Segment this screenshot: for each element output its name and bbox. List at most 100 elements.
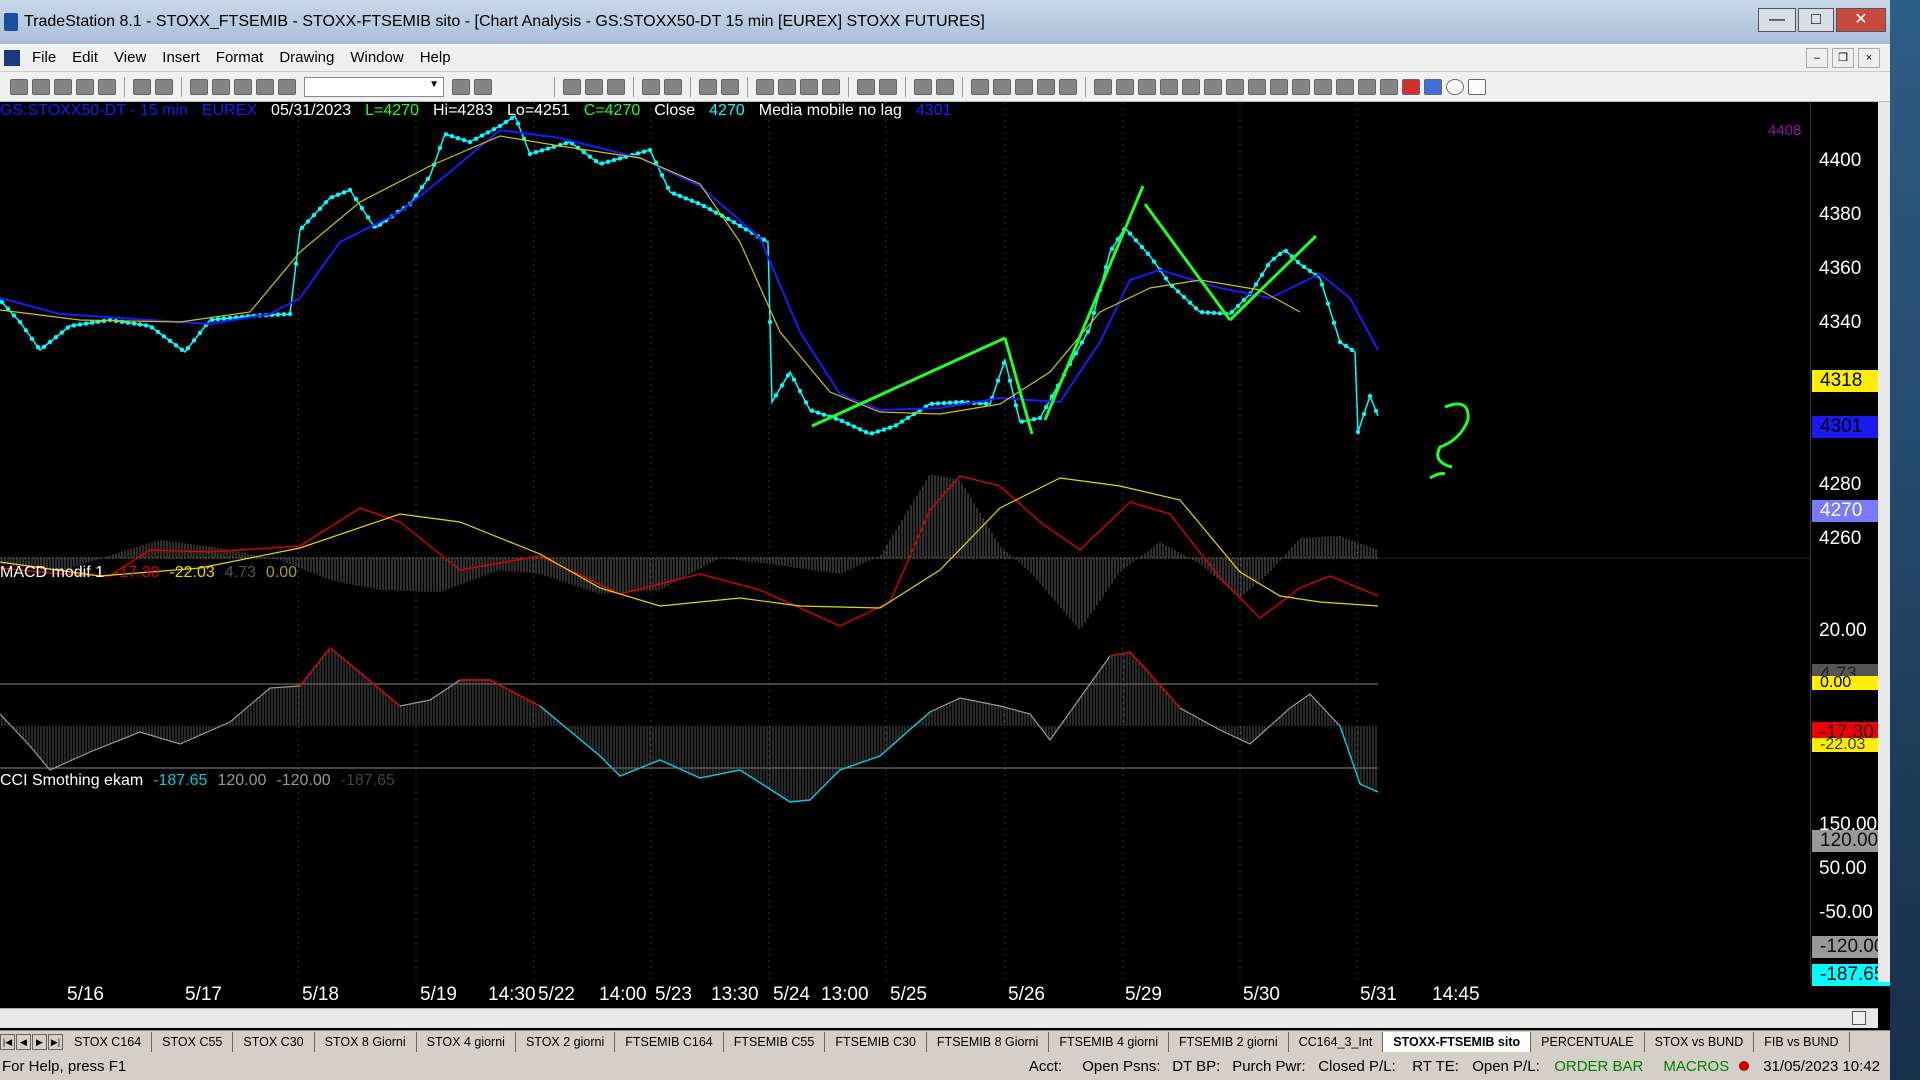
save-icon[interactable] (54, 78, 72, 95)
tab-item[interactable]: STOX C164 (64, 1031, 153, 1052)
tab-item[interactable]: FTSEMIB C164 (615, 1031, 724, 1052)
compress-icon[interactable] (857, 78, 875, 95)
point-figure-icon[interactable] (822, 78, 840, 95)
tab-item[interactable]: STOX vs BUND (1645, 1031, 1755, 1052)
tools-icon[interactable] (1015, 78, 1033, 95)
menu-window[interactable]: Window (342, 49, 411, 66)
menu-help[interactable]: Help (412, 49, 459, 66)
expand-icon[interactable] (879, 78, 897, 95)
tab-item[interactable]: STOX 8 Giorni (315, 1031, 417, 1052)
globe-icon[interactable] (278, 78, 296, 95)
window-icon[interactable] (190, 78, 208, 95)
tab-last-icon[interactable]: ▶| (48, 1033, 63, 1050)
vertical-scrollbar[interactable] (1878, 102, 1890, 982)
tab-item[interactable]: PERCENTUALE (1531, 1031, 1645, 1052)
ellipse-icon[interactable] (1446, 78, 1464, 95)
text-icon[interactable] (1490, 78, 1508, 95)
close-button[interactable]: ✕ (1836, 8, 1886, 32)
new-file-icon[interactable] (10, 78, 28, 95)
tab-item[interactable]: STOXX-FTSEMIB sito (1383, 1031, 1532, 1052)
tab-item[interactable]: FTSEMIB C55 (724, 1031, 826, 1052)
menu-edit[interactable]: Edit (64, 49, 106, 66)
lock-icon[interactable] (234, 78, 252, 95)
magnify-icon[interactable] (474, 78, 492, 95)
order-bar-button[interactable]: ORDER BAR (1544, 1058, 1653, 1075)
tab-prev-icon[interactable]: ◀ (16, 1033, 31, 1050)
fan-icon[interactable] (1182, 78, 1200, 95)
mdi-minimize-button[interactable]: – (1806, 48, 1828, 68)
tab-item[interactable]: STOX 4 giorni (417, 1031, 516, 1052)
format-icon[interactable] (585, 78, 603, 95)
tab-item[interactable]: FIB vs BUND (1754, 1031, 1850, 1052)
up-arrow-icon[interactable] (1424, 78, 1442, 95)
angle-icon[interactable] (1292, 78, 1310, 95)
price-dot (281, 312, 287, 317)
tab-item[interactable]: FTSEMIB 4 giorni (1049, 1031, 1169, 1052)
tab-item[interactable]: FTSEMIB C30 (825, 1031, 927, 1052)
macros-button[interactable]: MACROS (1653, 1058, 1739, 1075)
arrow-icon[interactable] (1270, 78, 1288, 95)
order-icon[interactable] (993, 78, 1011, 95)
pencil-icon[interactable] (1358, 78, 1376, 95)
time-axis[interactable]: 5/16 5/17 5/18 5/19 14:30 5/22 14:00 5/23 13:30 5… (0, 980, 1810, 1008)
status-open-psns: Open Psns: (1082, 1057, 1161, 1075)
gann-icon[interactable] (1248, 78, 1266, 95)
tab-item[interactable]: FTSEMIB 8 Giorni (927, 1031, 1050, 1052)
menu-drawing[interactable]: Drawing (271, 49, 342, 66)
mdi-close-button[interactable]: × (1858, 48, 1880, 68)
channel-icon[interactable] (1314, 78, 1332, 95)
menu-view[interactable]: View (106, 49, 154, 66)
blank-icon[interactable] (1059, 78, 1077, 95)
tab-item[interactable]: STOX C55 (152, 1031, 234, 1052)
price-dot (725, 216, 731, 222)
menu-insert[interactable]: Insert (154, 49, 208, 66)
speed-line-icon[interactable] (1204, 78, 1222, 95)
chart-style-icon[interactable] (563, 78, 581, 95)
candle-icon[interactable] (778, 78, 796, 95)
symbol-combo[interactable] (304, 76, 444, 97)
tab-first-icon[interactable]: |◀ (0, 1033, 15, 1050)
tab-item[interactable]: STOX 2 giorni (516, 1031, 616, 1052)
refresh-icon[interactable] (721, 78, 739, 95)
horizontal-scrollbar[interactable] (0, 1008, 1878, 1028)
vertical-line-icon[interactable] (1116, 78, 1134, 95)
price-dot (851, 424, 857, 429)
menu-format[interactable]: Format (208, 49, 272, 66)
trendline-icon[interactable] (1094, 78, 1112, 95)
news-icon[interactable] (1037, 78, 1055, 95)
print-icon[interactable] (155, 78, 173, 95)
tab-item[interactable]: CC164_3_Int (1289, 1031, 1384, 1052)
curve-icon[interactable] (1380, 78, 1398, 95)
scroll-thumb[interactable] (1852, 1011, 1866, 1025)
print-preview-icon[interactable] (133, 78, 151, 95)
workspace-icon[interactable] (76, 78, 94, 95)
horizontal-line-icon[interactable] (1138, 78, 1156, 95)
menu-file[interactable]: File (24, 49, 64, 66)
fibonacci-icon[interactable] (1160, 78, 1178, 95)
cycle-icon[interactable] (1226, 78, 1244, 95)
minimize-button[interactable]: — (1758, 8, 1796, 32)
strategy-icon[interactable] (664, 78, 682, 95)
data-window-icon[interactable] (607, 78, 625, 95)
play-icon[interactable] (452, 78, 470, 95)
tab-item[interactable]: FTSEMIB 2 giorni (1169, 1031, 1289, 1052)
chart-link-icon[interactable] (699, 78, 717, 95)
maximize-button[interactable]: □ (1798, 8, 1834, 32)
zoom-out-icon[interactable] (936, 78, 954, 95)
line-chart-icon[interactable] (800, 78, 818, 95)
mdi-restore-button[interactable]: ❐ (1832, 48, 1854, 68)
indicator-icon[interactable] (642, 78, 660, 95)
folder-icon[interactable] (98, 78, 116, 95)
arc-icon[interactable] (1336, 78, 1354, 95)
tab-next-icon[interactable]: ▶ (32, 1033, 47, 1050)
down-arrow-icon[interactable] (1402, 78, 1420, 95)
tab-item[interactable]: STOX C30 (233, 1031, 315, 1052)
open-folder-icon[interactable] (32, 78, 50, 95)
pointer-icon[interactable] (971, 78, 989, 95)
bar-chart-icon[interactable] (756, 78, 774, 95)
grid-icon[interactable] (212, 78, 230, 95)
palette-icon[interactable] (256, 78, 274, 95)
chart-plot[interactable] (0, 102, 1810, 982)
rectangle-icon[interactable] (1468, 78, 1486, 95)
zoom-in-icon[interactable] (914, 78, 932, 95)
